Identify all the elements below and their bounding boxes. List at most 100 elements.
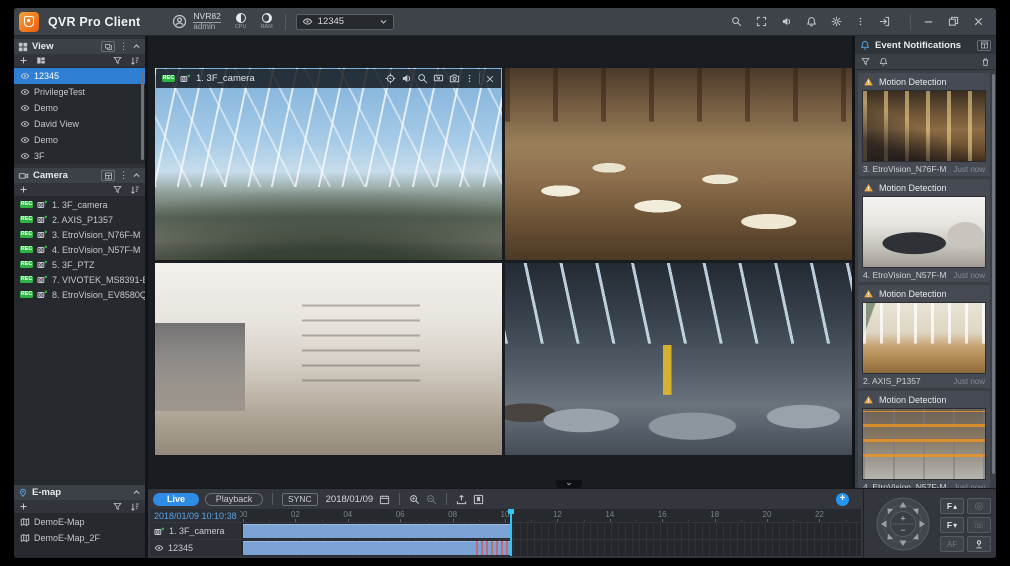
more-icon[interactable]: [465, 73, 474, 84]
minimize-button[interactable]: [923, 16, 934, 27]
timeline-date[interactable]: 2018/01/09: [326, 494, 374, 505]
ptz-zone: + − F▴ ◎ F▾ ☏ AF: [863, 489, 996, 558]
collapse-camera-icon[interactable]: [132, 171, 141, 180]
timeline-add-button[interactable]: +: [836, 493, 849, 506]
view-item[interactable]: David View: [14, 116, 145, 132]
view-item[interactable]: Demo: [14, 100, 145, 116]
emap-item[interactable]: DemoE-Map: [14, 514, 145, 530]
more-icon[interactable]: ⋮: [119, 170, 128, 181]
call-preset-button[interactable]: ☏: [967, 517, 991, 533]
add-camera-button[interactable]: [19, 185, 28, 194]
zoom-out-icon[interactable]: [426, 494, 437, 505]
camera-item[interactable]: REC8. EtroVision_EV8580Q-MD: [14, 287, 145, 302]
camera-item[interactable]: REC5. 3F_PTZ: [14, 257, 145, 272]
ptz-icon[interactable]: [385, 73, 396, 84]
view-selector-dropdown[interactable]: 12345: [296, 14, 394, 30]
event-thumbnail-warehouse[interactable]: [862, 408, 986, 480]
timeline-tracks[interactable]: 000204060810121416182022: [240, 509, 861, 556]
sort-icon[interactable]: [130, 502, 140, 512]
emap-section-header[interactable]: E-map: [14, 485, 145, 500]
session-info[interactable]: NVR82 admin CPU RAM: [172, 12, 272, 31]
view-section-header[interactable]: View ⋮: [14, 39, 145, 54]
filter-icon[interactable]: [113, 56, 122, 65]
ptz-joystick-pad[interactable]: + −: [876, 497, 930, 556]
emap-item[interactable]: DemoE-Map_2F: [14, 530, 145, 546]
clear-events-trash-icon[interactable]: [981, 57, 990, 67]
fullscreen-icon[interactable]: [756, 16, 767, 27]
digital-zoom-icon[interactable]: [417, 73, 428, 84]
sidebar-scrollbar[interactable]: [141, 72, 144, 160]
preset-button[interactable]: ◎: [967, 498, 991, 514]
sync-button[interactable]: SYNC: [282, 493, 318, 506]
bookmark-icon[interactable]: [473, 494, 484, 505]
more-icon[interactable]: ⋮: [119, 41, 128, 52]
close-button[interactable]: [973, 16, 984, 27]
snapshot-icon[interactable]: [449, 73, 460, 84]
events-layout-button[interactable]: [977, 40, 991, 51]
sort-icon[interactable]: [130, 185, 140, 195]
camera-display-mode-button[interactable]: [101, 170, 115, 181]
focus-near-button[interactable]: F▴: [940, 498, 964, 514]
video-cell-boutique[interactable]: [155, 263, 502, 455]
view-item[interactable]: Demo: [14, 132, 145, 148]
event-thumbnail-hallway[interactable]: [862, 302, 986, 374]
video-cell-garage[interactable]: [505, 263, 852, 455]
stream-icon[interactable]: [433, 73, 444, 84]
timeline-track[interactable]: [240, 540, 861, 556]
zoom-in-icon[interactable]: [409, 494, 420, 505]
more-icon[interactable]: [856, 16, 865, 27]
collapse-emap-icon[interactable]: [132, 488, 141, 497]
close-small-icon[interactable]: [485, 74, 495, 84]
collapse-timeline-handle[interactable]: [556, 480, 582, 488]
mute-notifications-icon[interactable]: [879, 57, 888, 66]
filter-icon[interactable]: [861, 57, 870, 66]
hour-tick: [505, 519, 506, 522]
camera-item[interactable]: REC1. 3F_camera: [14, 197, 145, 212]
events-scrollbar[interactable]: [992, 74, 995, 474]
add-emap-button[interactable]: [19, 502, 28, 511]
timeline-track[interactable]: [240, 523, 861, 539]
view-display-mode-button[interactable]: [101, 41, 115, 52]
recording-segment: [243, 541, 510, 555]
sort-icon[interactable]: [130, 56, 140, 66]
event-card[interactable]: Motion Detection4. EtroVision_N57F-MJust…: [858, 391, 990, 488]
filter-icon[interactable]: [113, 502, 122, 511]
layout-button[interactable]: [36, 56, 46, 65]
video-cell-atrium[interactable]: REC1. 3F_camera: [155, 68, 502, 260]
view-item-label: David View: [34, 119, 79, 129]
timeline-ruler[interactable]: 000204060810121416182022: [240, 509, 861, 522]
event-card[interactable]: Motion Detection3. EtroVision_N76F-MJust…: [858, 73, 990, 176]
event-card[interactable]: Motion Detection2. AXIS_P1357Just now: [858, 285, 990, 388]
logout-icon[interactable]: [879, 16, 890, 27]
camera-item[interactable]: REC2. AXIS_P1357: [14, 212, 145, 227]
view-item[interactable]: 12345: [14, 68, 145, 84]
collapse-view-icon[interactable]: [132, 42, 141, 51]
view-item[interactable]: 3F: [14, 148, 145, 164]
event-card[interactable]: Motion Detection4. EtroVision_N57F-MJust…: [858, 179, 990, 282]
audio-icon[interactable]: [781, 16, 792, 27]
alarm-icon[interactable]: [806, 16, 817, 27]
filter-icon[interactable]: [113, 185, 122, 194]
eye-icon: [20, 87, 30, 97]
view-item[interactable]: PrivilegeTest: [14, 84, 145, 100]
settings-icon[interactable]: [831, 16, 842, 27]
timeline-playhead[interactable]: [510, 509, 512, 556]
calendar-icon[interactable]: [379, 494, 390, 505]
event-thumbnail-office[interactable]: [862, 196, 986, 268]
event-thumbnail-mall[interactable]: [862, 90, 986, 162]
restore-button[interactable]: [948, 16, 959, 27]
export-icon[interactable]: [456, 494, 467, 505]
joystick-mode-button[interactable]: [967, 536, 991, 552]
camera-item[interactable]: REC7. VIVOTEK_MS8391-EV: [14, 272, 145, 287]
focus-far-button[interactable]: F▾: [940, 517, 964, 533]
audio-icon[interactable]: [401, 73, 412, 84]
tab-live[interactable]: Live: [153, 493, 199, 506]
search-icon[interactable]: [731, 16, 742, 27]
tab-playback[interactable]: Playback: [205, 493, 263, 506]
video-cell-restaurant[interactable]: [505, 68, 852, 260]
autofocus-button[interactable]: AF: [940, 536, 964, 552]
camera-section-header[interactable]: Camera ⋮: [14, 168, 145, 183]
camera-item[interactable]: REC4. EtroVision_N57F-M: [14, 242, 145, 257]
camera-item[interactable]: REC3. EtroVision_N76F-M: [14, 227, 145, 242]
add-view-button[interactable]: [19, 56, 28, 65]
